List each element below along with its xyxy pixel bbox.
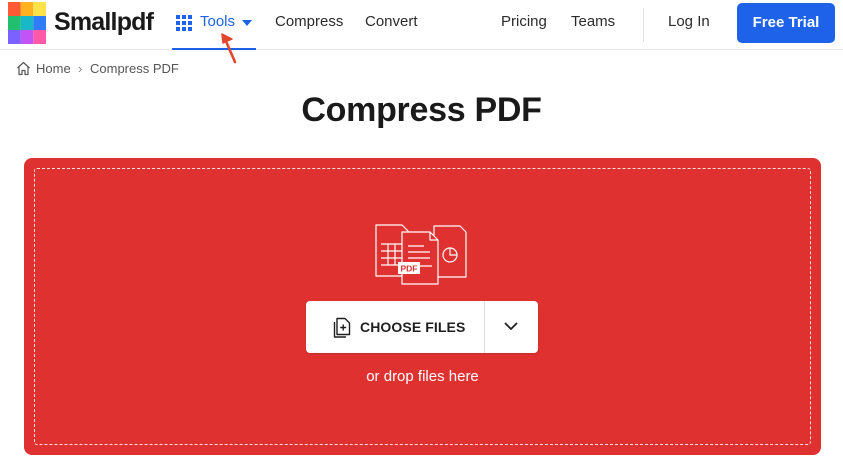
breadcrumb-separator: › [78,61,83,76]
brand-name[interactable]: Smallpdf [54,9,154,35]
page-title: Compress PDF [301,91,542,129]
chevron-down-icon [504,322,518,330]
home-icon[interactable] [16,61,31,76]
nav-teams-link[interactable]: Teams [571,13,615,31]
caret-down-icon [242,20,252,26]
logo-icon[interactable] [8,2,46,44]
free-trial-button[interactable]: Free Trial [737,3,835,43]
nav-pricing-link[interactable]: Pricing [501,13,547,31]
nav-tools-label: Tools [200,13,236,30]
grid-icon [176,15,192,31]
top-nav-bar: Smallpdf Tools Compress Convert Pricing … [0,0,843,50]
cursor-arrow-icon [221,33,237,64]
nav-compress-link[interactable]: Compress [275,13,343,31]
pdf-badge-text: PDF [401,264,418,274]
choose-files-button-group: CHOOSE FILES [306,301,538,353]
breadcrumb-home-link[interactable]: Home [36,61,71,77]
drop-files-hint: or drop files here [366,368,479,385]
nav-divider [643,8,644,42]
nav-tools-menu[interactable]: Tools [172,0,256,50]
files-illustration: PDF [375,224,467,285]
choose-files-label: CHOOSE FILES [360,319,466,335]
choose-files-button[interactable]: CHOOSE FILES [306,301,484,353]
file-drop-zone[interactable]: PDF CHOOSE FILES or drop files here [24,158,821,455]
choose-source-dropdown[interactable] [485,301,538,353]
nav-convert-link[interactable]: Convert [365,13,418,31]
file-plus-icon [333,317,351,338]
breadcrumb-current: Compress PDF [90,61,179,76]
login-link[interactable]: Log In [668,13,710,31]
